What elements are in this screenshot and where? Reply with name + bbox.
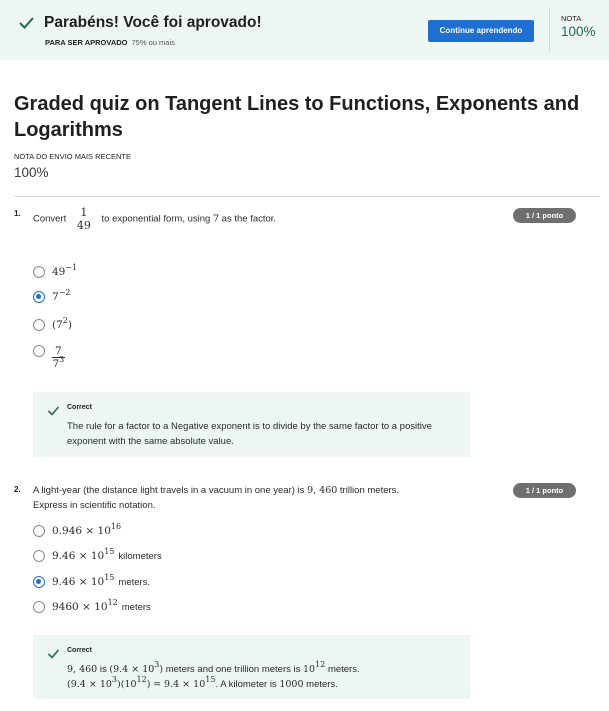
option-fraction: 7 73 [52, 345, 65, 370]
option-exponent: 15 [104, 573, 115, 582]
option-denominator: 73 [52, 355, 65, 371]
prompt-text: Express in scientific notation. [33, 500, 156, 511]
radio-button[interactable] [33, 601, 45, 613]
radio-button[interactable] [33, 266, 45, 278]
header-divider [14, 196, 600, 197]
option-mantissa: 9.46 × 10 [52, 576, 105, 588]
option-den-exponent: 3 [59, 355, 65, 364]
feedback-math: = 9.4 × 10 [153, 679, 206, 690]
radio-button-selected[interactable] [33, 576, 45, 588]
answer-option[interactable]: (72) [33, 317, 72, 331]
option-base: 7 [52, 291, 59, 303]
check-icon [19, 17, 34, 29]
answer-option[interactable]: 7 73 [33, 344, 65, 370]
fraction-numerator: 1 [80, 206, 88, 219]
radio-button[interactable] [33, 344, 45, 357]
divider [549, 8, 550, 52]
feedback-box: Correct The rule for a factor to a Negat… [33, 392, 470, 457]
recent-submission-label: NOTA DO ENVIO MAIS RECENTE [14, 152, 131, 161]
feedback-fragment: meters. [327, 664, 360, 675]
feedback-fragment: . A kilometer is [215, 679, 277, 690]
radio-button[interactable] [33, 550, 45, 562]
feedback-fragment: is [99, 664, 107, 675]
feedback-label: Correct [67, 647, 92, 654]
option-base: 49 [52, 266, 66, 278]
feedback-exponent: 12 [315, 660, 326, 669]
feedback-label: Correct [67, 404, 92, 411]
question-number: 2. [14, 485, 21, 494]
fraction: 1 49 [75, 206, 93, 232]
fraction-denominator: 49 [76, 219, 91, 232]
grade-value: 100% [561, 24, 596, 39]
option-unit: meters [121, 601, 151, 613]
option-exponent: 15 [104, 547, 115, 556]
prompt-text: as the factor. [221, 213, 277, 225]
feedback-math: 1000 [279, 679, 304, 690]
option-exponent: −2 [58, 288, 71, 297]
feedback-math: (9.4 × 10 [109, 664, 155, 675]
answer-option[interactable]: 49−1 [33, 263, 78, 278]
feedback-text: 9, 460 is (9.4 × 103) meters and one tri… [67, 660, 457, 692]
option-tail: ) [67, 319, 72, 331]
question-prompt: Convert 1 49 to exponential form, using … [33, 206, 276, 232]
grade-label: NOTA [561, 14, 582, 23]
pass-requirement: PARA SER APROVADO 75% ou mais [45, 38, 175, 47]
option-exponent: −1 [65, 263, 78, 272]
banner-title: Parabéns! Você foi aprovado! [44, 14, 262, 31]
feedback-text: The rule for a factor to a Negative expo… [67, 421, 432, 447]
recent-submission-grade: 100% [14, 165, 49, 180]
feedback-math: (9.4 × 10 [67, 679, 112, 690]
check-icon [47, 406, 60, 416]
feedback-fragment: meters and one trillion meters is [165, 664, 301, 675]
success-banner: Parabéns! Você foi aprovado! PARA SER AP… [0, 0, 609, 60]
prompt-text: to exponential form, using [101, 213, 211, 225]
option-exponent: 16 [110, 522, 122, 531]
option-unit: meters. [118, 576, 151, 588]
feedback-exponent: 12 [136, 675, 147, 684]
feedback-exponent: 15 [205, 675, 216, 684]
feedback-box: Correct 9, 460 is (9.4 × 103) meters and… [33, 635, 470, 699]
feedback-math: 10 [303, 664, 316, 675]
check-icon [47, 649, 60, 659]
feedback-math: ) [146, 679, 151, 690]
feedback-value: 9, 460 [67, 664, 98, 675]
answer-option-selected[interactable]: 9.46 × 1015 meters. [33, 573, 151, 588]
radio-button[interactable] [33, 319, 45, 331]
answer-option[interactable]: 0.946 × 1016 [33, 522, 122, 537]
option-mantissa: 9460 × 10 [52, 601, 108, 613]
question-number: 1. [14, 209, 21, 218]
option-mantissa: 0.946 × 10 [52, 525, 111, 537]
radio-button[interactable] [33, 525, 45, 537]
score-badge: 1 / 1 ponto [513, 208, 576, 223]
feedback-math: )(10 [117, 679, 137, 690]
prompt-variable: 7 [212, 213, 220, 225]
score-badge: 1 / 1 ponto [513, 483, 576, 498]
question-prompt: A light-year (the distance light travels… [33, 483, 483, 513]
radio-button-selected[interactable] [33, 291, 45, 303]
prompt-text: Convert [33, 213, 67, 225]
page-title: Graded quiz on Tangent Lines to Function… [14, 93, 580, 141]
pass-value: 75% ou mais [131, 38, 175, 47]
option-mantissa: 9.46 × 10 [52, 550, 105, 562]
answer-option-selected[interactable]: 7−2 [33, 288, 71, 303]
option-exponent: 12 [107, 598, 118, 607]
continue-learning-button[interactable]: Continue aprendendo [428, 20, 534, 42]
answer-option[interactable]: 9.46 × 1015 kilometers [33, 547, 162, 562]
answer-option[interactable]: 9460 × 1012 meters [33, 598, 151, 613]
pass-label: PARA SER APROVADO [45, 38, 128, 47]
prompt-text: A light-year (the distance light travels… [33, 485, 305, 496]
feedback-math: ) [159, 664, 164, 675]
option-base: (7 [52, 319, 63, 331]
prompt-value: 9, 460 [307, 485, 338, 496]
prompt-text: trillion meters. [339, 485, 400, 496]
feedback-fragment: meters. [306, 679, 338, 690]
option-unit: kilometers [118, 550, 162, 562]
